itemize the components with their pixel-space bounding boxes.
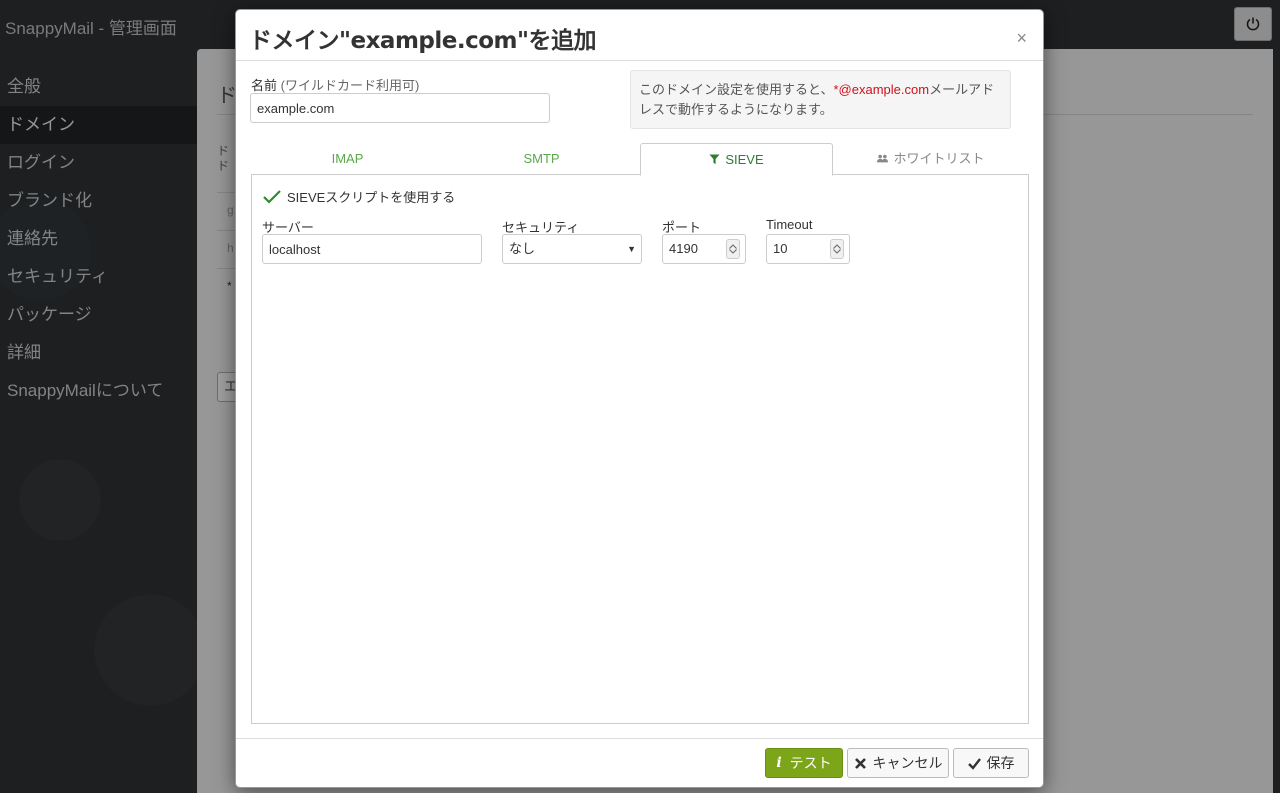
server-input[interactable] (262, 234, 482, 264)
tab-smtp-label: SMTP (523, 151, 560, 166)
spin-down-icon[interactable] (729, 249, 737, 254)
name-label: 名前 (ワイルドカード利用可) (251, 75, 419, 94)
port-value: 4190 (669, 241, 698, 256)
save-button[interactable]: 保存 (953, 748, 1029, 778)
cancel-label: キャンセル (872, 755, 943, 771)
tab-imap[interactable]: IMAP (251, 143, 444, 175)
timeout-label: Timeout (766, 217, 813, 232)
tab-sieve-label: SIEVE (725, 152, 764, 167)
info-box: このドメイン設定を使用すると、*@example.comメールアドレスで動作する… (630, 70, 1011, 129)
timeout-spinner[interactable] (830, 239, 844, 259)
tab-sieve[interactable]: SIEVE (640, 143, 833, 176)
save-label: 保存 (986, 755, 1015, 771)
tab-smtp[interactable]: SMTP (444, 143, 639, 175)
add-domain-dialog: ドメイン"example.com"を追加 × 名前 (ワイルドカード利用可) こ… (235, 9, 1044, 788)
protocol-tabs: IMAP SMTP SIEVE ホワイトリスト (251, 143, 1029, 176)
sieve-tab-pane: SIEVEスクリプトを使用する サーバー セキュリティ なし ▼ ポート 419… (251, 175, 1029, 724)
users-icon (877, 154, 889, 163)
spin-down-icon[interactable] (833, 249, 841, 254)
name-label-text: 名前 (251, 78, 278, 93)
info-icon: i (776, 755, 782, 771)
dropdown-arrow-icon: ▼ (627, 244, 636, 254)
info-prefix: このドメイン設定を使用すると、 (639, 82, 834, 97)
timeout-value: 10 (773, 241, 788, 256)
security-select[interactable]: なし ▼ (502, 234, 642, 264)
test-button[interactable]: i テスト (765, 748, 843, 778)
test-label: テスト (789, 755, 832, 771)
close-icon[interactable]: × (1016, 28, 1027, 49)
tab-imap-label: IMAP (331, 151, 364, 166)
tab-whitelist[interactable]: ホワイトリスト (833, 143, 1029, 175)
tab-whitelist-label: ホワイトリスト (893, 151, 985, 166)
dialog-footer: i テスト キャンセル 保存 (236, 738, 1043, 787)
filter-icon (709, 154, 720, 165)
domain-name-input[interactable] (250, 93, 550, 123)
dialog-header: ドメイン"example.com"を追加 × (236, 10, 1043, 61)
port-input[interactable]: 4190 (662, 234, 746, 264)
dialog-title: ドメイン"example.com"を追加 (249, 28, 596, 54)
timeout-input[interactable]: 10 (766, 234, 850, 264)
use-sieve-label: SIEVEスクリプトを使用する (287, 190, 456, 205)
port-spinner[interactable] (726, 239, 740, 259)
use-sieve-checkbox[interactable]: SIEVEスクリプトを使用する (262, 187, 455, 206)
security-value: なし (509, 241, 536, 256)
checkmark-icon (263, 189, 281, 204)
close-icon (854, 757, 866, 769)
checkmark-icon (967, 757, 981, 770)
info-highlight: *@example.com (833, 82, 930, 97)
cancel-button[interactable]: キャンセル (847, 748, 949, 778)
name-label-hint: (ワイルドカード利用可) (280, 78, 420, 93)
